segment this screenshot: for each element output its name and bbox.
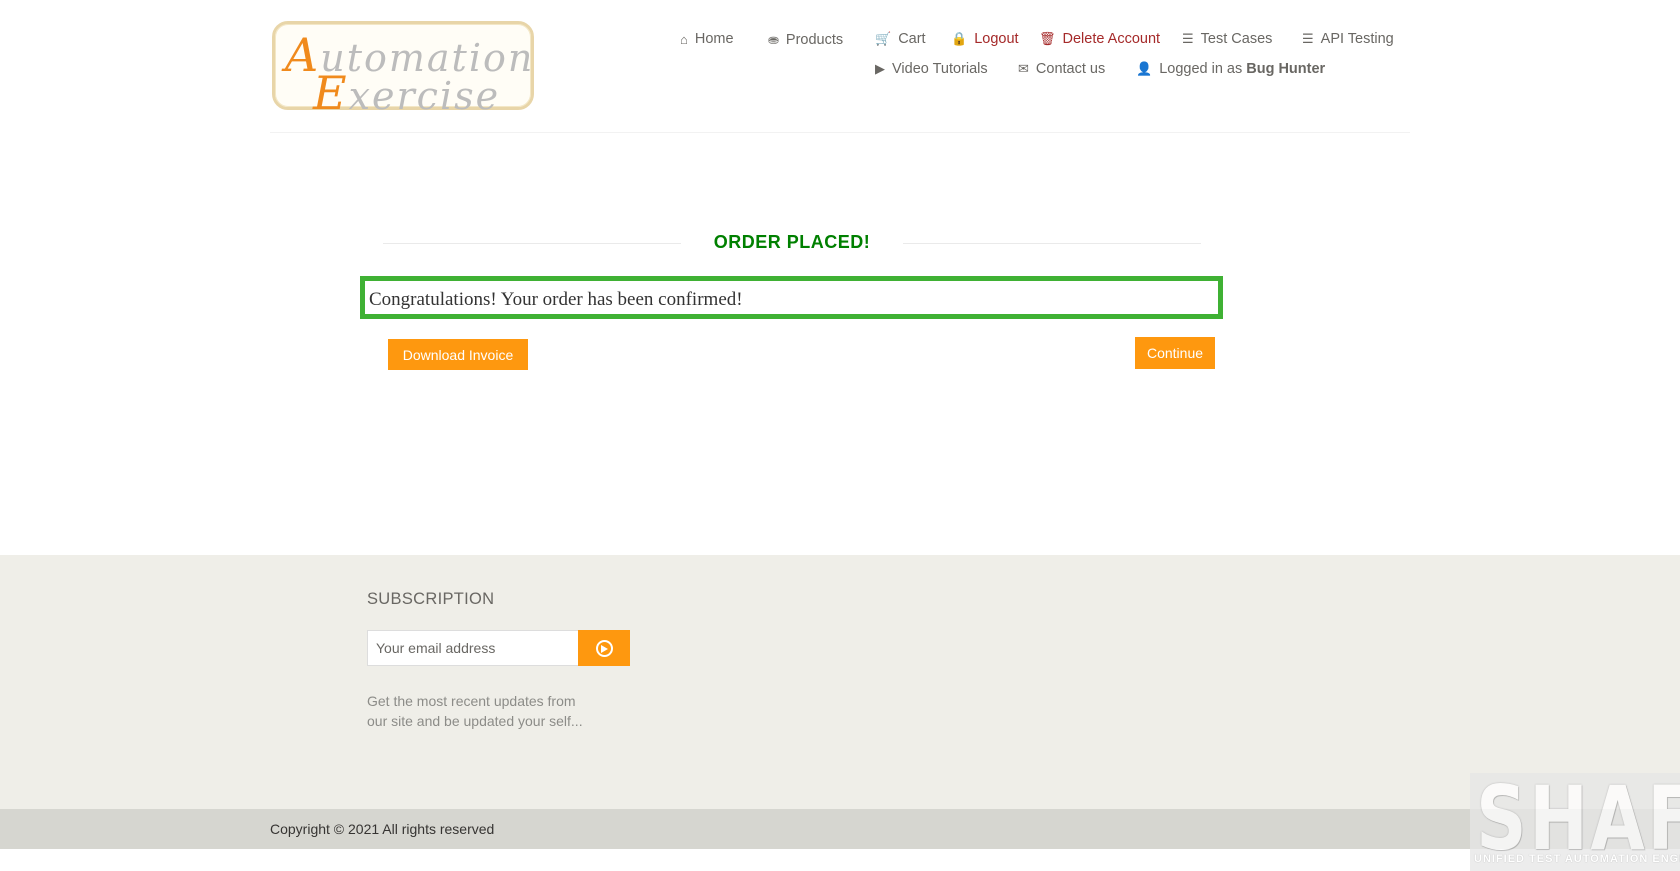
page-title: ORDER PLACED! xyxy=(713,232,871,252)
envelope-icon: ✉ xyxy=(1018,61,1029,76)
nav-video-tutorials[interactable]: ▶ Video Tutorials xyxy=(875,61,988,77)
trash-icon: 🗑 xyxy=(1039,31,1056,46)
username: Bug Hunter xyxy=(1246,61,1326,77)
nav-delete-account[interactable]: 🗑 Delete Account xyxy=(1039,31,1160,47)
nav-test-cases[interactable]: ☰ Test Cases xyxy=(1182,31,1272,47)
lock-icon: 🔒 xyxy=(951,31,968,46)
nav-products[interactable]: ⛂ Products xyxy=(768,32,843,48)
logo-line-2: Exercise xyxy=(313,66,501,120)
confirmation-message: Congratulations! Your order has been con… xyxy=(369,289,743,310)
download-invoice-button[interactable]: Download Invoice xyxy=(388,339,528,370)
home-icon: ⌂ xyxy=(680,31,688,47)
nav-api-testing[interactable]: ☰ API Testing xyxy=(1302,31,1394,47)
nav-cart[interactable]: 🛒 Cart xyxy=(875,31,926,47)
nav-logged-in-user[interactable]: 👤 Logged in as Bug Hunter xyxy=(1136,61,1325,77)
footer-bottom-bar: Copyright © 2021 All rights reserved xyxy=(0,809,1680,849)
watermark-subtitle: UNIFIED TEST AUTOMATION ENGINE xyxy=(1474,853,1680,865)
site-logo[interactable]: Automation Exercise xyxy=(272,21,534,120)
subscription-description: Get the most recent updates from our sit… xyxy=(367,693,583,729)
subscription-title: SUBSCRIPTION xyxy=(367,590,495,608)
list-icon: ☰ xyxy=(1182,31,1194,46)
list-icon: ☰ xyxy=(1302,31,1314,46)
arrow-circle-right-icon xyxy=(595,639,613,657)
subscription-email-input[interactable] xyxy=(367,630,579,666)
youtube-icon: ▶ xyxy=(875,61,885,76)
site-header: Automation Exercise ⌂ Home ⛂ Products 🛒 … xyxy=(0,0,1680,134)
subscribe-button[interactable] xyxy=(578,630,630,666)
header-divider xyxy=(270,132,1410,133)
order-placed-heading: ORDER PLACED! xyxy=(383,232,1201,256)
continue-button[interactable]: Continue xyxy=(1135,337,1215,369)
site-footer: SUBSCRIPTION Get the most recent updates… xyxy=(0,555,1680,809)
nav-logout[interactable]: 🔒 Logout xyxy=(951,31,1019,47)
nav-contact-us[interactable]: ✉ Contact us xyxy=(1018,61,1105,77)
cart-icon: 🛒 xyxy=(875,31,892,46)
user-icon: 👤 xyxy=(1136,61,1153,76)
nav-home[interactable]: ⌂ Home xyxy=(680,31,734,47)
confirmation-message-box: Congratulations! Your order has been con… xyxy=(360,276,1223,319)
copyright-text: Copyright © 2021 All rights reserved xyxy=(270,821,495,837)
products-icon: ⛂ xyxy=(768,32,779,47)
shaft-watermark: SHAFT UNIFIED TEST AUTOMATION ENGINE xyxy=(1470,773,1680,871)
